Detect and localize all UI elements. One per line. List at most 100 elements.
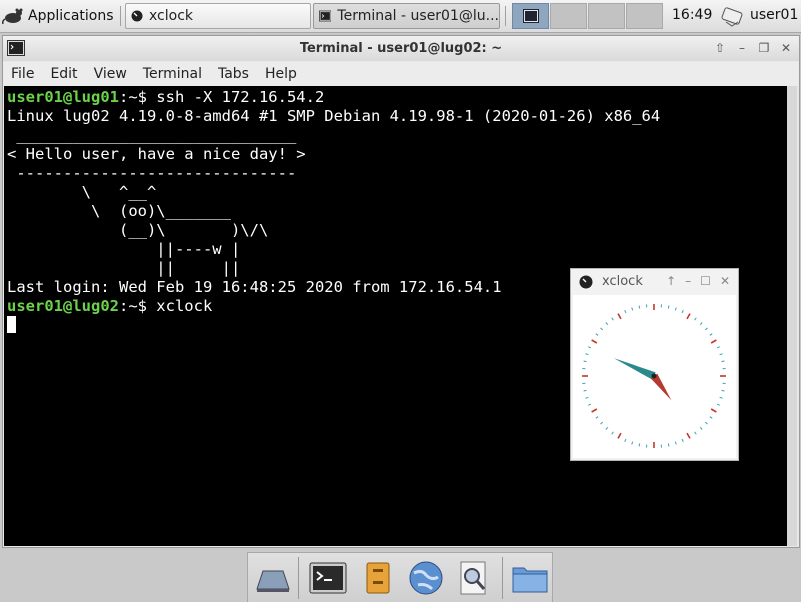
scrollbar[interactable] bbox=[787, 86, 797, 546]
clock-tick bbox=[710, 339, 717, 344]
xclock-titlebar[interactable]: xclock ↑ – ☐ ✕ bbox=[571, 269, 738, 295]
clock-tick bbox=[638, 305, 641, 309]
panel-separator bbox=[505, 6, 506, 26]
clock-tick bbox=[624, 438, 627, 442]
panel-clock[interactable]: 16:49 bbox=[672, 7, 712, 23]
clock-tick bbox=[716, 403, 720, 406]
clock-tick bbox=[674, 441, 677, 445]
applications-menu[interactable]: Applications bbox=[2, 3, 114, 29]
clock-tick bbox=[719, 396, 723, 399]
clock-tick bbox=[585, 353, 589, 356]
clock-icon bbox=[131, 10, 143, 22]
clock-tick bbox=[595, 333, 599, 336]
clock-dial bbox=[582, 304, 726, 448]
clock-icon bbox=[579, 275, 593, 289]
xclock-window: xclock ↑ – ☐ ✕ bbox=[570, 268, 739, 461]
clock-tick bbox=[716, 346, 720, 349]
clock-tick bbox=[721, 389, 725, 392]
close-button[interactable]: ✕ bbox=[720, 274, 730, 288]
clock-face bbox=[573, 295, 736, 458]
clock-tick bbox=[588, 346, 592, 349]
folder-icon[interactable] bbox=[510, 559, 550, 597]
dock bbox=[247, 552, 553, 602]
workspace-1[interactable] bbox=[512, 3, 549, 29]
shade-button[interactable]: ↑ bbox=[666, 274, 676, 288]
clock-tick bbox=[681, 438, 684, 442]
clock-tick bbox=[721, 360, 725, 363]
clock-tick bbox=[704, 327, 708, 331]
web-browser-icon[interactable] bbox=[406, 559, 446, 597]
clock-tick bbox=[588, 403, 592, 406]
task-button-xclock[interactable]: xclock bbox=[125, 3, 311, 29]
clock-tick bbox=[681, 310, 684, 314]
cow-art-line: ||----w | bbox=[7, 240, 241, 258]
maximize-button[interactable]: ☐ bbox=[700, 274, 711, 288]
menu-file[interactable]: File bbox=[3, 66, 42, 82]
clock-tick bbox=[699, 322, 703, 326]
clock-tick bbox=[631, 307, 634, 311]
clock-tick bbox=[624, 310, 627, 314]
clock-tick bbox=[605, 426, 609, 430]
clock-tick bbox=[600, 421, 604, 425]
menu-bar: File Edit View Terminal Tabs Help bbox=[3, 62, 799, 86]
clock-tick bbox=[638, 443, 641, 447]
menu-help[interactable]: Help bbox=[257, 66, 305, 82]
clock-tick bbox=[583, 360, 587, 363]
panel-separator bbox=[120, 6, 121, 26]
workspace-3[interactable] bbox=[588, 3, 625, 29]
cow-art-line: \ (oo)\_______ bbox=[7, 202, 231, 220]
cow-top: ______________________________ bbox=[7, 126, 297, 144]
shade-button[interactable]: ⇧ bbox=[711, 40, 729, 56]
clock-tick bbox=[595, 416, 599, 419]
output-line: Linux lug02 4.19.0-8-amd64 #1 SMP Debian… bbox=[7, 107, 661, 125]
menu-tabs[interactable]: Tabs bbox=[210, 66, 257, 82]
clock-tick bbox=[704, 421, 708, 425]
clock-tick bbox=[709, 416, 713, 419]
cow-message: < Hello user, have a nice day! > bbox=[7, 145, 306, 163]
prompt-user: user01@lug02 bbox=[7, 297, 119, 315]
task-button-terminal[interactable]: Terminal - user01@lu... bbox=[313, 3, 500, 29]
clock-tick bbox=[605, 322, 609, 326]
terminal-titlebar[interactable]: Terminal - user01@lug02: ~ ⇧ – ❐ ✕ bbox=[3, 36, 799, 61]
clock-tick bbox=[667, 443, 670, 447]
panel-user[interactable]: user01 bbox=[750, 7, 798, 23]
cow-art-line: (__)\ )\/\ bbox=[7, 221, 269, 239]
clock-tick bbox=[694, 317, 697, 321]
text-cursor bbox=[7, 316, 16, 333]
menu-edit[interactable]: Edit bbox=[42, 66, 85, 82]
cow-bottom: ------------------------------ bbox=[7, 164, 297, 182]
prompt-command: :~$ ssh -X 172.16.54.2 bbox=[118, 88, 325, 106]
terminal-launcher-icon[interactable] bbox=[308, 559, 348, 597]
clock-tick bbox=[709, 333, 713, 336]
task-label: xclock bbox=[149, 8, 193, 24]
task-label: Terminal - user01@lu... bbox=[337, 8, 499, 24]
clock-tick bbox=[686, 313, 691, 320]
workspace-4[interactable] bbox=[626, 3, 663, 29]
clock-tick bbox=[631, 441, 634, 445]
menu-view[interactable]: View bbox=[86, 66, 135, 82]
clock-tick bbox=[611, 317, 614, 321]
dock-separator bbox=[298, 557, 299, 599]
terminal-icon bbox=[319, 10, 332, 22]
network-icon[interactable] bbox=[720, 6, 744, 28]
xfce-mouse-icon bbox=[2, 8, 23, 25]
minimize-button[interactable]: – bbox=[685, 274, 691, 288]
menu-terminal[interactable]: Terminal bbox=[135, 66, 210, 82]
clock-tick bbox=[591, 339, 598, 344]
window-title: Terminal - user01@lug02: ~ bbox=[299, 41, 503, 56]
minimize-button[interactable]: – bbox=[733, 40, 751, 56]
clock-tick bbox=[667, 305, 670, 309]
workspace-2[interactable] bbox=[550, 3, 587, 29]
maximize-button[interactable]: ❐ bbox=[755, 40, 773, 56]
search-icon[interactable] bbox=[454, 559, 494, 597]
clock-tick bbox=[591, 408, 598, 413]
file-manager-icon[interactable] bbox=[358, 559, 398, 597]
top-panel: Applications xclock Terminal - user01@lu… bbox=[0, 0, 801, 33]
close-button[interactable]: ✕ bbox=[777, 40, 795, 56]
clock-tick bbox=[710, 408, 717, 413]
clock-tick bbox=[699, 426, 703, 430]
desktop-icon[interactable] bbox=[253, 559, 293, 597]
clock-tick bbox=[617, 432, 622, 439]
xclock-title: xclock bbox=[602, 274, 643, 289]
clock-tick bbox=[585, 396, 589, 399]
